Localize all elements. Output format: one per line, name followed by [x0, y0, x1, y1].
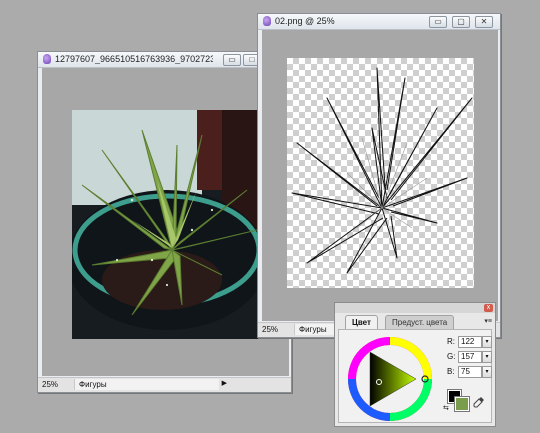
window-title-photo: 12797607_966510516763936_970272382_n.jp.… [55, 54, 213, 64]
red-label: R: [447, 337, 455, 346]
status-info: Фигуры [74, 379, 219, 390]
green-field[interactable]: G: 157 ▾ [447, 351, 492, 363]
green-input[interactable]: 157 [458, 351, 482, 363]
panel-body: R: 122 ▾ G: 157 ▾ B: 75 ▾ ⇆ [338, 329, 492, 423]
close-icon[interactable]: x [484, 304, 493, 312]
document-icon [43, 54, 51, 64]
color-wheel-icon[interactable] [345, 334, 435, 424]
zoom-level[interactable]: 25% [42, 380, 58, 389]
chevron-down-icon[interactable]: ▾ [482, 351, 492, 363]
panel-menu-button[interactable]: ▾≡ [484, 317, 492, 325]
blue-label: B: [447, 367, 455, 376]
plant-photo [72, 110, 259, 339]
titlebar-photo[interactable]: 12797607_966510516763936_970272382_n.jp.… [38, 52, 291, 68]
background-swatch[interactable] [454, 396, 470, 412]
chevron-down-icon[interactable]: ▾ [482, 366, 492, 378]
minimize-button[interactable]: ▭ [223, 54, 241, 66]
chevron-down-icon[interactable]: ▾ [482, 336, 492, 348]
status-info: Фигуры [294, 324, 339, 335]
maximize-button[interactable]: ▢ [452, 16, 470, 28]
swap-colors-icon[interactable]: ⇆ [443, 404, 449, 412]
panel-header[interactable] [335, 303, 495, 313]
color-panel[interactable]: x Цвет Предуст. цвета ▾≡ R: 122 ▾ G: 157… [334, 302, 496, 427]
eyedropper-icon[interactable] [473, 396, 485, 408]
blue-field[interactable]: B: 75 ▾ [447, 366, 492, 378]
blue-input[interactable]: 75 [458, 366, 482, 378]
transparent-canvas [287, 58, 474, 288]
status-arrow-icon[interactable]: ▶ [222, 379, 227, 387]
zoom-level[interactable]: 25% [262, 325, 278, 334]
statusbar-photo: 25% Фигуры ▶ [38, 377, 291, 392]
window-title-lineart: 02.png @ 25% [275, 16, 335, 26]
green-label: G: [447, 352, 456, 361]
titlebar-lineart[interactable]: 02.png @ 25% ▭ ▢ ✕ [258, 14, 500, 30]
tab-color[interactable]: Цвет [345, 315, 378, 329]
minimize-button[interactable]: ▭ [429, 16, 447, 28]
document-icon [263, 16, 271, 26]
close-button[interactable]: ✕ [475, 16, 493, 28]
red-field[interactable]: R: 122 ▾ [447, 336, 492, 348]
tab-swatches[interactable]: Предуст. цвета [385, 315, 455, 329]
red-input[interactable]: 122 [458, 336, 482, 348]
